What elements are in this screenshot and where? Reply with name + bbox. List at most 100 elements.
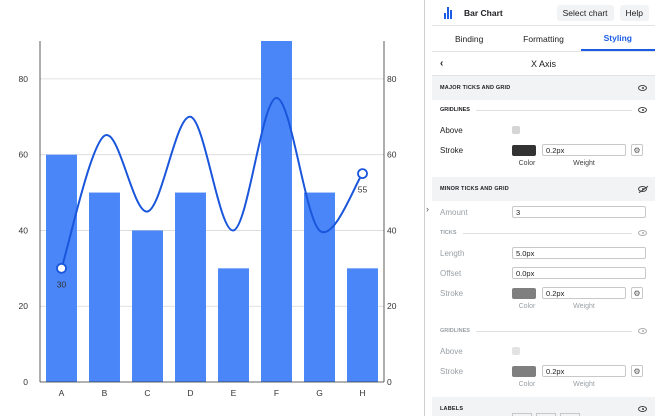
y-tick-label-right: 0 bbox=[387, 377, 392, 387]
panel-title: Bar Chart bbox=[464, 7, 503, 18]
nav-title: X Axis bbox=[530, 58, 556, 69]
gridlines-label: GRIDLINES bbox=[440, 107, 470, 113]
line-point-marker bbox=[357, 168, 368, 180]
bar-chart-icon bbox=[444, 6, 458, 19]
stroke-color-swatch[interactable] bbox=[512, 287, 536, 299]
length-input[interactable]: 5.0px bbox=[512, 247, 646, 259]
y-tick-label-left: 20 bbox=[19, 301, 29, 311]
x-tick-label: B bbox=[102, 388, 108, 398]
x-tick-label: D bbox=[187, 388, 193, 398]
stroke-color-swatch[interactable] bbox=[512, 144, 536, 156]
above-checkbox[interactable] bbox=[512, 347, 520, 355]
x-tick-label: E bbox=[231, 388, 237, 398]
bar-c bbox=[132, 230, 163, 382]
line-point-marker bbox=[56, 262, 67, 274]
x-tick-label: H bbox=[359, 388, 365, 398]
stroke-captions: Color Weight bbox=[432, 160, 655, 172]
bar-h bbox=[347, 268, 378, 382]
offset-row: Offset 0.0px bbox=[432, 263, 655, 283]
y-tick-label-right: 40 bbox=[387, 225, 397, 235]
offset-input[interactable]: 0.0px bbox=[512, 267, 646, 279]
x-tick-label: A bbox=[59, 388, 65, 398]
line-point-label: 55 bbox=[358, 185, 368, 195]
bar-e bbox=[218, 268, 249, 382]
weight-caption: Weight bbox=[573, 381, 595, 388]
eye-icon[interactable] bbox=[638, 230, 647, 236]
tab-formatting[interactable]: Formatting bbox=[506, 26, 580, 51]
major-stroke-row: Stroke 0.2px ⚙ bbox=[432, 140, 655, 160]
color-caption: Color bbox=[518, 160, 536, 167]
stroke-label: Stroke bbox=[440, 288, 464, 298]
expand-arrow-icon[interactable]: › bbox=[426, 204, 429, 214]
length-row: Length 5.0px bbox=[432, 243, 655, 263]
amount-input[interactable]: 3 bbox=[512, 206, 646, 218]
bar-b bbox=[89, 192, 120, 382]
panel-splitter[interactable]: › bbox=[424, 0, 432, 416]
above-label: Above bbox=[440, 125, 463, 135]
tab-bar: Binding Formatting Styling bbox=[432, 26, 655, 52]
tab-binding[interactable]: Binding bbox=[432, 26, 506, 51]
back-arrow-icon[interactable]: ‹ bbox=[440, 58, 443, 69]
bar-chart: 0 0 20 20 40 40 60 60 80 80 A B C D E F G H 30 55 bbox=[19, 41, 397, 398]
y-tick-label-left: 40 bbox=[19, 225, 29, 235]
minor-stroke-row: Stroke 0.2px ⚙ bbox=[432, 283, 655, 303]
x-tick-label: C bbox=[144, 388, 150, 398]
major-ticks-label: MAJOR TICKS AND GRID bbox=[440, 85, 511, 91]
gear-icon[interactable]: ⚙ bbox=[631, 365, 643, 377]
ticks-label: TICKS bbox=[440, 230, 457, 236]
tab-styling[interactable]: Styling bbox=[580, 26, 655, 51]
stroke-color-swatch[interactable] bbox=[512, 365, 536, 377]
y-tick-label-left: 60 bbox=[19, 150, 29, 160]
amount-row: Amount 3 bbox=[432, 201, 655, 223]
x-tick-label: G bbox=[316, 388, 323, 398]
gear-icon[interactable]: ⚙ bbox=[631, 144, 643, 156]
ticks-header: TICKS bbox=[432, 223, 655, 243]
stroke-label: Stroke bbox=[440, 366, 464, 376]
help-button[interactable]: Help bbox=[619, 4, 649, 21]
eye-icon[interactable] bbox=[638, 406, 647, 412]
eye-icon[interactable] bbox=[638, 85, 647, 91]
y-tick-label-right: 60 bbox=[387, 150, 397, 160]
stroke-label: Stroke bbox=[440, 145, 464, 155]
y-tick-label-left: 80 bbox=[19, 74, 29, 84]
y-tick-label-left: 0 bbox=[23, 377, 28, 387]
weight-caption: Weight bbox=[573, 160, 595, 167]
line-point-label: 30 bbox=[57, 279, 67, 289]
stroke-captions: Color Weight bbox=[432, 303, 655, 315]
stroke-weight-input[interactable]: 0.2px bbox=[542, 144, 626, 156]
gridlines-label: GRIDLINES bbox=[440, 328, 470, 334]
x-tick-label: F bbox=[274, 388, 279, 398]
nav-bar: ‹ X Axis bbox=[432, 52, 655, 76]
y-tick-label-right: 20 bbox=[387, 301, 397, 311]
stroke-weight-input[interactable]: 0.2px bbox=[542, 365, 626, 377]
select-chart-button[interactable]: Select chart bbox=[556, 4, 614, 21]
above-label: Above bbox=[440, 346, 463, 356]
stroke-weight-input[interactable]: 0.2px bbox=[542, 287, 626, 299]
above-checkbox[interactable] bbox=[512, 126, 520, 134]
major-ticks-header[interactable]: MAJOR TICKS AND GRID bbox=[432, 76, 655, 100]
major-gridlines-header: GRIDLINES bbox=[432, 100, 655, 120]
color-caption: Color bbox=[518, 303, 536, 310]
length-label: Length bbox=[440, 248, 465, 258]
minor-gridlines-header: GRIDLINES bbox=[432, 321, 655, 341]
amount-label: Amount bbox=[440, 207, 468, 217]
minor-ticks-label: MINOR TICKS AND GRID bbox=[440, 186, 509, 192]
gear-icon[interactable]: ⚙ bbox=[631, 287, 643, 299]
divider bbox=[475, 330, 632, 332]
color-caption: Color bbox=[518, 381, 536, 388]
eye-icon[interactable] bbox=[638, 107, 647, 113]
offset-label: Offset bbox=[440, 268, 462, 278]
chart-area: 0 0 20 20 40 40 60 60 80 80 A B C D E F G H 30 55 bbox=[0, 0, 424, 416]
settings-panel: Bar Chart Select chart Help Binding Form… bbox=[432, 0, 655, 416]
divider bbox=[462, 232, 632, 234]
minor-grid-stroke-row: Stroke 0.2px ⚙ bbox=[432, 361, 655, 381]
stroke-captions: Color Weight bbox=[432, 381, 655, 393]
minor-ticks-header[interactable]: MINOR TICKS AND GRID bbox=[432, 177, 655, 201]
bar-d bbox=[175, 192, 206, 382]
labels-label: LABELS bbox=[440, 406, 464, 412]
eye-off-icon[interactable] bbox=[638, 186, 647, 192]
eye-icon[interactable] bbox=[638, 328, 647, 334]
bar-f bbox=[261, 41, 292, 382]
bar-g bbox=[304, 192, 335, 382]
minor-above-row: Above bbox=[432, 341, 655, 361]
